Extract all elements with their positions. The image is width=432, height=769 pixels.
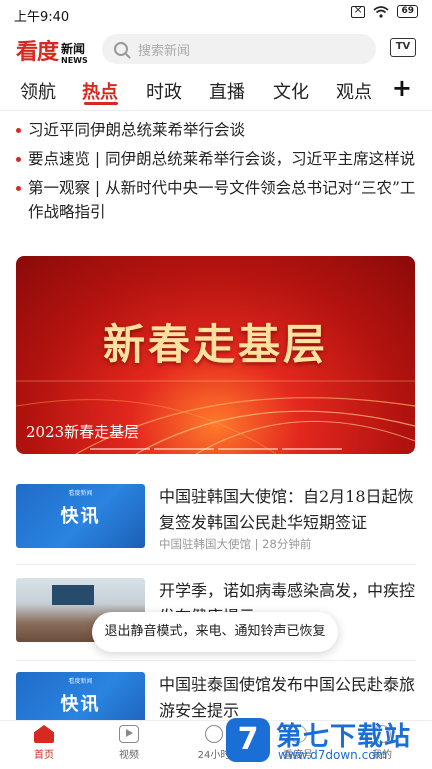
status-time: 上午9:40 (14, 10, 70, 25)
banner-title: 新春走基层 (102, 320, 328, 369)
app-header: 看度 新闻 NEWS 搜索新闻 TV (0, 30, 432, 70)
news-item[interactable]: 看度新闻 快讯 中国驻泰国使馆发布中国公民赴泰旅游安全提示 (16, 672, 416, 736)
add-channel-button[interactable]: + (392, 74, 412, 102)
tv-button[interactable]: TV (390, 38, 416, 57)
status-bar: 上午9:40 69 (0, 0, 432, 28)
watermark-url: www.d7down.com (278, 748, 388, 762)
thumb-brand: 看度新闻 (68, 678, 93, 685)
channel-tabs: 领航 热点 时政 直播 文化 观点 + (0, 72, 432, 111)
search-placeholder: 搜索新闻 (138, 43, 191, 59)
news-item[interactable]: 看度新闻 快讯 中国驻韩国大使馆：自2月18日起恢复签发韩国公民赴华短期签证 中… (16, 484, 416, 554)
search-icon (114, 42, 128, 56)
wifi-icon (373, 5, 389, 18)
news-title: 中国驻韩国大使馆：自2月18日起恢复签发韩国公民赴华短期签证 (159, 487, 414, 532)
status-icons: 69 (351, 3, 418, 18)
banner-pager (16, 448, 415, 450)
tab-wenhua[interactable]: 文化 (273, 78, 309, 104)
logo-cn: 新闻 (61, 42, 86, 56)
watermark-logo: 7 (226, 718, 270, 762)
tab-shizheng[interactable]: 时政 (146, 78, 182, 104)
thumb-brand: 看度新闻 (68, 490, 93, 497)
headline-item[interactable]: 要点速览 | 同伊朗总统莱希举行会谈，习近平主席这样说 (16, 147, 418, 171)
notification-off-icon (351, 3, 366, 18)
app-logo: 看度 新闻 NEWS (16, 34, 88, 66)
classroom-board (52, 585, 94, 605)
nav-home[interactable]: 首页 (14, 725, 74, 761)
news-meta: 中国驻韩国大使馆 | 28分钟前 (159, 537, 312, 551)
thumb-label: 快讯 (60, 506, 101, 527)
search-bar[interactable]: 搜索新闻 (102, 34, 376, 64)
feature-banner[interactable]: 新春走基层 2023新春走基层 (16, 256, 415, 454)
headline-item[interactable]: 习近平同伊朗总统莱希举行会谈 (16, 118, 418, 142)
banner-caption: 2023新春走基层 (26, 423, 140, 441)
toast-message: 退出静音模式，来电、通知铃声已恢复 (92, 612, 338, 652)
watermark: 7 第七下载站 www.d7down.com (226, 716, 426, 766)
nav-label: 首页 (34, 750, 54, 761)
divider (16, 660, 416, 661)
logo-main-text: 看度 (16, 39, 59, 65)
battery-icon: 69 (397, 5, 418, 18)
tab-redian[interactable]: 热点 (82, 78, 118, 104)
active-tab-indicator (84, 102, 118, 105)
news-thumbnail: 看度新闻 快讯 (16, 484, 145, 548)
nav-video[interactable]: 视频 (99, 725, 159, 761)
tab-linghang[interactable]: 领航 (20, 78, 56, 104)
clock-icon (205, 725, 223, 743)
home-icon (34, 725, 54, 743)
logo-en: NEWS (61, 56, 88, 65)
headline-item[interactable]: 第一观察 | 从新时代中央一号文件领会总书记对“三农”工作战略指引 (16, 176, 418, 224)
headline-list: 习近平同伊朗总统莱希举行会谈 要点速览 | 同伊朗总统莱希举行会谈，习近平主席这… (16, 118, 418, 229)
tab-guandian[interactable]: 观点 (336, 78, 372, 104)
divider (16, 564, 416, 565)
nav-label: 视频 (119, 750, 139, 761)
logo-sub: 新闻 NEWS (61, 42, 88, 66)
tab-zhibo[interactable]: 直播 (209, 78, 245, 104)
thumb-label: 快讯 (60, 694, 101, 715)
video-icon (119, 725, 139, 743)
